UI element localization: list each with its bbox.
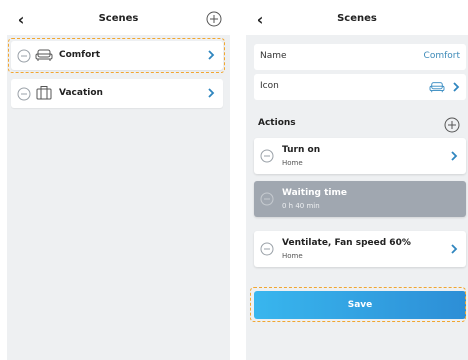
- scenes-list-screen: ‹ Scenes Comfort Vacation: [7, 7, 230, 360]
- action-title: Turn on: [282, 145, 321, 155]
- header: ‹ Scenes: [246, 7, 468, 35]
- remove-icon: [260, 192, 274, 206]
- suitcase-icon: [36, 86, 52, 100]
- add-scene-icon[interactable]: [206, 11, 222, 27]
- action-title: Waiting time: [282, 188, 348, 198]
- scene-item-comfort[interactable]: Comfort: [11, 41, 223, 70]
- save-button[interactable]: Save: [254, 291, 466, 319]
- remove-icon[interactable]: [17, 87, 31, 101]
- chevron-right-icon: [451, 244, 458, 254]
- action-item-ventilate[interactable]: Ventilate, Fan speed 60% Home: [254, 231, 466, 267]
- back-button[interactable]: ‹: [13, 11, 29, 29]
- name-label: Name: [260, 51, 287, 61]
- action-subtitle: Home: [282, 159, 303, 167]
- actions-heading: Actions: [258, 118, 296, 128]
- action-item-waiting-time[interactable]: Waiting time 0 h 40 min: [254, 181, 466, 217]
- scene-label: Vacation: [59, 88, 103, 98]
- remove-icon[interactable]: [260, 242, 274, 256]
- scene-edit-screen: ‹ Scenes Name Comfort Icon Actions Turn …: [246, 7, 468, 360]
- action-subtitle: Home: [282, 252, 303, 260]
- add-action-icon[interactable]: [444, 117, 460, 133]
- scene-item-vacation[interactable]: Vacation: [11, 79, 223, 108]
- scene-label: Comfort: [59, 50, 101, 60]
- chevron-right-icon: [451, 151, 458, 161]
- sofa-icon: [35, 49, 53, 61]
- sofa-icon: [429, 82, 445, 93]
- header: ‹ Scenes: [7, 7, 230, 35]
- action-item-turn-on[interactable]: Turn on Home: [254, 138, 466, 174]
- back-button[interactable]: ‹: [252, 11, 268, 29]
- chevron-right-icon: [208, 88, 215, 98]
- action-title: Ventilate, Fan speed 60%: [282, 238, 411, 248]
- action-subtitle: 0 h 40 min: [282, 202, 320, 210]
- icon-label: Icon: [260, 81, 279, 91]
- name-value[interactable]: Comfort: [424, 51, 460, 61]
- page-title: Scenes: [98, 13, 139, 24]
- remove-icon[interactable]: [260, 149, 274, 163]
- icon-field[interactable]: Icon: [254, 74, 466, 100]
- remove-icon[interactable]: [17, 49, 31, 63]
- chevron-right-icon: [453, 82, 460, 92]
- name-field[interactable]: Name Comfort: [254, 44, 466, 70]
- chevron-right-icon: [208, 50, 215, 60]
- page-title: Scenes: [337, 13, 377, 24]
